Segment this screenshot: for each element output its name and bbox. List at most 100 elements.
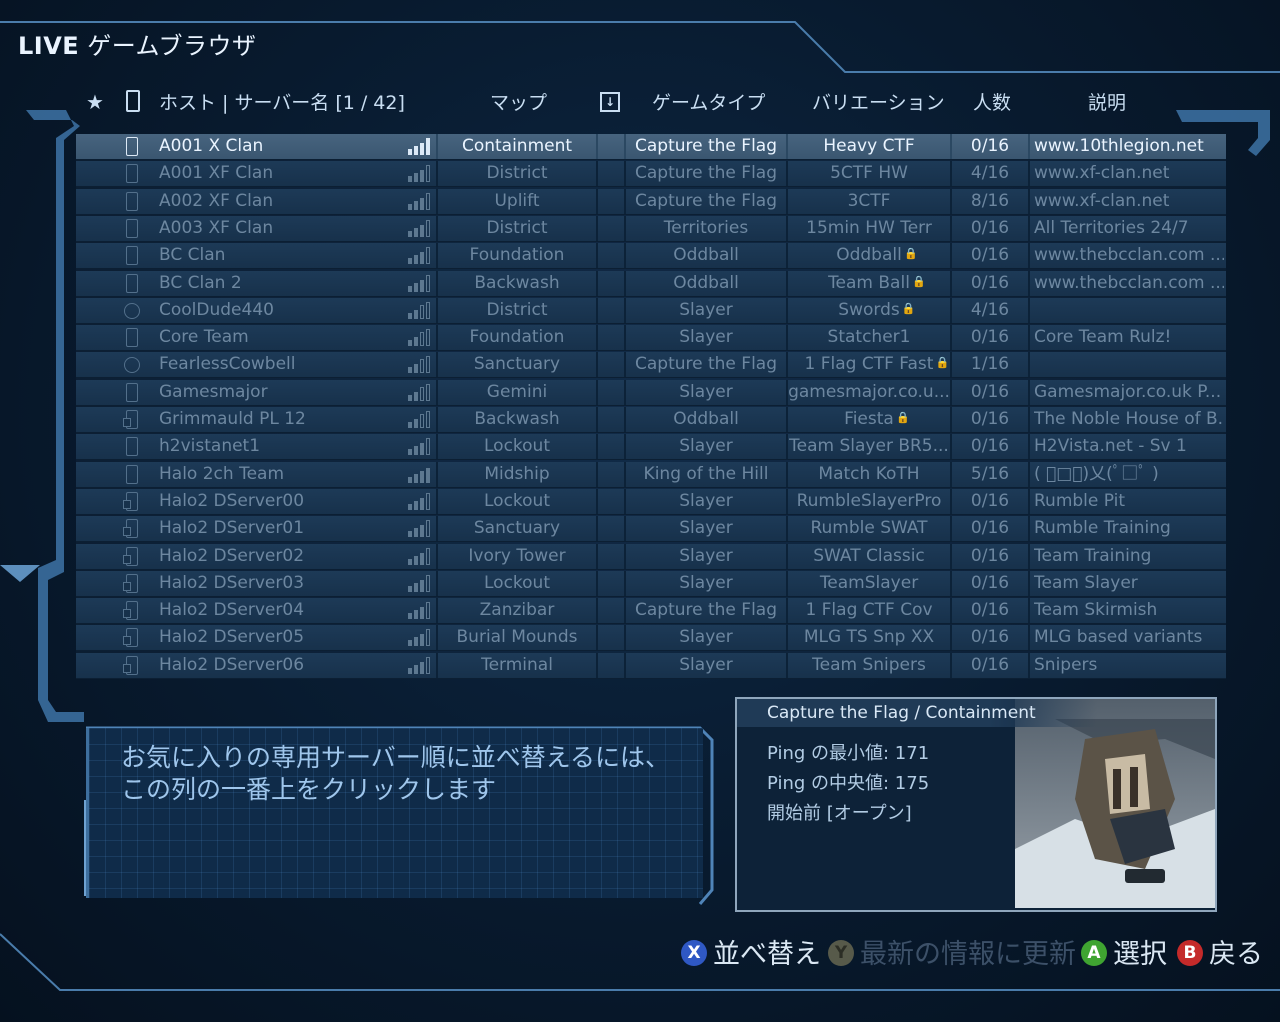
server-row[interactable]: Halo2 DServer04 Zanzibar Capture the Flag 1… [76, 598, 1226, 624]
server-row[interactable]: Halo2 DServer06 Terminal Slayer Team Sniper… [76, 653, 1226, 679]
device-box-icon [123, 492, 138, 511]
column-divider [596, 352, 598, 377]
server-row[interactable]: Core Team Foundation Slayer Statcher1 0/16 Co… [76, 325, 1226, 351]
legend-select[interactable]: A 選択 [1081, 936, 1167, 974]
server-row[interactable]: A002 XF Clan Uplift Capture the Flag 3CTF 8/… [76, 189, 1226, 215]
column-divider [1028, 489, 1030, 514]
server-row[interactable]: Halo2 DServer02 Ivory Tower Slayer SWAT Cla… [76, 544, 1226, 570]
column-divider [1028, 462, 1030, 487]
server-row[interactable]: A003 XF Clan District Territories 15min HW … [76, 216, 1226, 242]
device-icon [126, 137, 138, 156]
column-divider [1028, 516, 1030, 541]
device-icon [126, 219, 138, 238]
legend-sort[interactable]: X 並べ替え [681, 936, 821, 974]
column-divider [596, 407, 598, 432]
server-description: Rumble Training [1034, 518, 1171, 538]
column-divider [1028, 571, 1030, 596]
column-divider [1028, 653, 1030, 678]
server-row[interactable]: CoolDude440 District Slayer Swords 4/16 🔒 [76, 298, 1226, 324]
server-description [1034, 298, 1224, 323]
variation: Statcher1 [827, 327, 911, 347]
server-row[interactable]: Halo2 DServer03 Lockout Slayer TeamSlayer 0/… [76, 571, 1226, 597]
server-description: All Territories 24/7 [1034, 218, 1189, 238]
server-name: Grimmauld PL 12 [159, 409, 306, 429]
device-icon [126, 246, 138, 265]
column-divider [1028, 434, 1030, 459]
map-name: Foundation [469, 327, 565, 347]
variation: gamesmajor.co.u... [788, 382, 950, 402]
server-name: Halo2 DServer00 [159, 491, 305, 511]
column-divider [1028, 598, 1030, 623]
column-divider [596, 243, 598, 268]
legend-back-label: 戻る [1209, 939, 1263, 970]
device-box-icon [123, 410, 138, 429]
server-description: MLG based variants [1034, 627, 1203, 647]
lock-circle-icon [124, 303, 140, 319]
column-divider [1028, 380, 1030, 405]
signal-strength-icon [408, 302, 432, 319]
signal-strength-icon [408, 493, 432, 510]
column-divider [1028, 625, 1030, 650]
signal-strength-icon [408, 138, 432, 155]
game-type: Capture the Flag [634, 136, 777, 156]
column-divider [596, 598, 598, 623]
server-name: A001 XF Clan [159, 163, 274, 183]
server-description: H2Vista.net - Sv 1 [1034, 436, 1187, 456]
server-description: Team Skirmish [1034, 600, 1158, 620]
column-host[interactable]: ホスト | サーバー名 [1 / 42] [159, 88, 405, 114]
column-divider [596, 544, 598, 569]
server-row[interactable]: Grimmauld PL 12 Backwash Oddball Fiesta 0/16… [76, 407, 1226, 433]
column-divider [1028, 298, 1030, 323]
server-row[interactable]: BC Clan 2 Backwash Oddball Team Ball 0/16 www… [76, 271, 1226, 297]
game-type: Capture the Flag [634, 600, 777, 620]
column-map[interactable]: マップ [490, 88, 547, 114]
ping-median: Ping の中央値: 175 [767, 773, 930, 794]
game-type: Capture the Flag [634, 163, 777, 183]
column-divider [596, 216, 598, 241]
player-count: 0/16 [970, 218, 1010, 238]
game-type: Slayer [679, 382, 733, 402]
server-row[interactable]: FearlessCowbell Sanctuary Capture the Flag… [76, 352, 1226, 378]
map-name: Containment [461, 136, 573, 156]
game-type: Slayer [679, 655, 733, 675]
column-game-type[interactable]: ゲームタイプ [652, 88, 765, 114]
player-count: 0/16 [970, 273, 1010, 293]
legend-refresh[interactable]: Y 最新の情報に更新 [828, 936, 1076, 974]
column-divider [1028, 243, 1030, 268]
map-name: Foundation [469, 245, 565, 265]
signal-strength-icon [408, 575, 432, 592]
device-box-icon [123, 628, 138, 647]
legend-back[interactable]: B 戻る [1177, 936, 1263, 974]
column-variation[interactable]: バリエーション [812, 88, 945, 114]
server-row[interactable]: Gamesmajor Gemini Slayer gamesmajor.co.u...… [76, 380, 1226, 406]
lock-icon: 🔒 [904, 247, 918, 260]
server-name: A001 X Clan [159, 136, 264, 156]
lock-icon: 🔒 [901, 302, 916, 315]
sort-down-icon[interactable]: ↓ [600, 92, 620, 112]
server-description: www.thebcclan.com ... [1034, 245, 1224, 265]
device-icon [126, 437, 138, 456]
player-count: 0/16 [970, 409, 1010, 429]
map-preview-image [1015, 699, 1215, 908]
column-divider [596, 271, 598, 296]
server-name: BC Clan 2 [159, 273, 242, 293]
variation: Oddball [836, 245, 902, 265]
variation: 1 Flag CTF Fast [804, 354, 934, 374]
server-row[interactable]: A001 XF Clan District Capture the Flag 5CTF… [76, 161, 1226, 187]
server-row[interactable]: A001 X Clan Containment Capture the Flag He… [76, 134, 1226, 160]
column-players[interactable]: 人数 [973, 88, 1011, 114]
column-description[interactable]: 説明 [1088, 88, 1126, 114]
server-row[interactable]: BC Clan Foundation Oddball Oddball 0/16 www.t… [76, 243, 1226, 269]
server-row[interactable]: Halo2 DServer05 Burial Mounds Slayer MLG TS… [76, 625, 1226, 651]
column-divider [596, 625, 598, 650]
device-header-icon[interactable] [126, 90, 140, 112]
variation: Heavy CTF [823, 136, 915, 156]
column-divider [1028, 325, 1030, 350]
device-box-icon [123, 574, 138, 593]
server-description [1034, 352, 1224, 377]
server-row[interactable]: Halo 2ch Team Midship King of the Hill Matc… [76, 462, 1226, 488]
favorite-star-icon[interactable]: ★ [86, 90, 104, 114]
server-row[interactable]: Halo2 DServer00 Lockout Slayer RumbleSlayer… [76, 489, 1226, 515]
server-row[interactable]: Halo2 DServer01 Sanctuary Slayer Rumble SWA… [76, 516, 1226, 542]
server-row[interactable]: h2vistanet1 Lockout Slayer Team Slayer BR5.… [76, 434, 1226, 460]
